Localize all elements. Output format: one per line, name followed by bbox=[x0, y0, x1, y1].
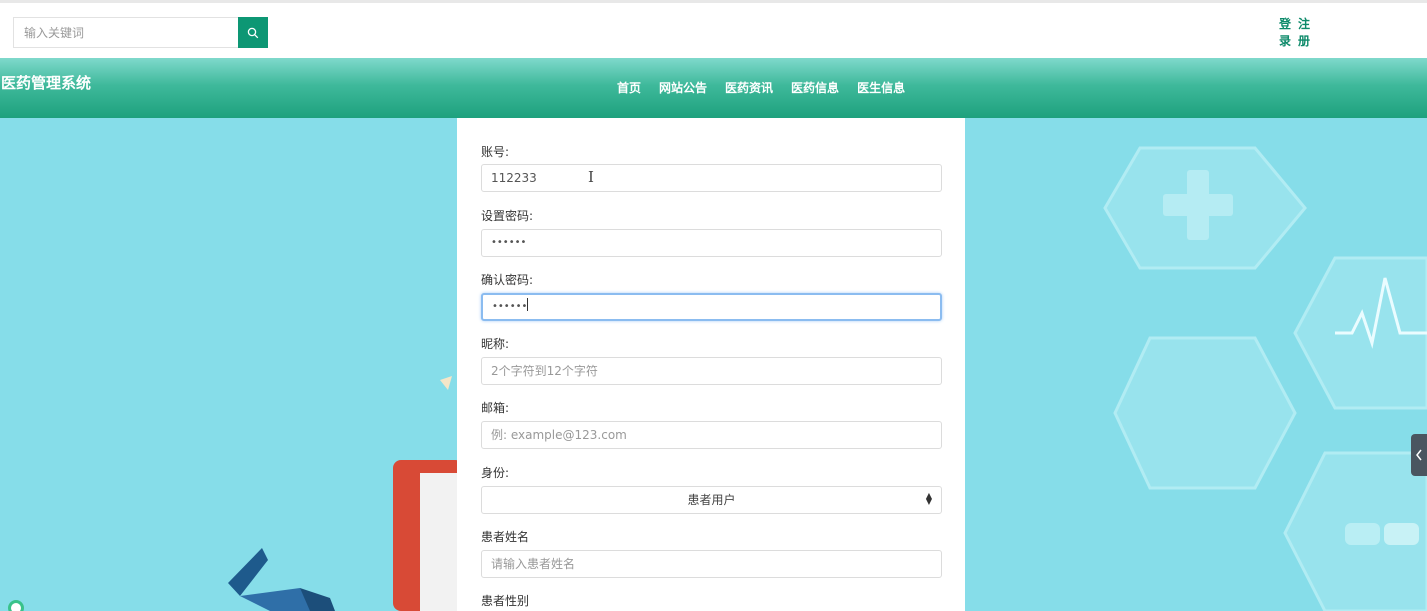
patient-gender-label: 患者性别 bbox=[481, 594, 530, 608]
select-arrows-icon: ▲ ▼ bbox=[925, 491, 932, 506]
search-box bbox=[13, 17, 268, 48]
loading-indicator bbox=[8, 600, 24, 611]
nav-announcements[interactable]: 网站公告 bbox=[659, 79, 707, 96]
nav-doctor-info[interactable]: 医生信息 bbox=[857, 79, 905, 96]
nav-home[interactable]: 首页 bbox=[617, 79, 641, 96]
email-label: 邮箱: bbox=[481, 401, 510, 415]
nickname-label: 昵称: bbox=[481, 337, 510, 351]
account-input[interactable]: 112233 bbox=[481, 164, 942, 192]
password-input[interactable]: •••••• bbox=[481, 229, 942, 257]
nav-bar: 医药管理系统 首页 网站公告 医药资讯 医药信息 医生信息 bbox=[0, 58, 1427, 118]
chevron-left-icon bbox=[1416, 449, 1422, 461]
patient-name-label: 患者姓名 bbox=[481, 530, 530, 544]
register-form: 账号: 112233 I 设置密码: •••••• 确认密码: •••••• 昵… bbox=[457, 118, 965, 611]
password-label: 设置密码: bbox=[481, 209, 534, 223]
email-input[interactable]: 例: example@123.com bbox=[481, 421, 942, 449]
role-select[interactable]: 患者用户 ▲ ▼ bbox=[481, 486, 942, 514]
role-label: 身份: bbox=[481, 466, 510, 480]
search-icon bbox=[247, 27, 259, 38]
main-nav: 首页 网站公告 医药资讯 医药信息 医生信息 bbox=[617, 79, 923, 96]
site-title: 医药管理系统 bbox=[1, 74, 92, 92]
text-cursor-icon: I bbox=[588, 168, 594, 186]
nav-news[interactable]: 医药资讯 bbox=[725, 79, 773, 96]
side-collapse-tab[interactable] bbox=[1411, 434, 1427, 476]
account-label: 账号: bbox=[481, 145, 510, 159]
login-link-top[interactable]: 登 bbox=[1279, 16, 1295, 32]
register-link-bottom[interactable]: 册 bbox=[1298, 33, 1314, 49]
role-selected-value: 患者用户 bbox=[687, 493, 736, 507]
search-input[interactable] bbox=[13, 17, 238, 48]
confirm-password-label: 确认密码: bbox=[481, 273, 534, 287]
auth-links: 登 注 录 册 bbox=[1279, 16, 1314, 49]
login-link-bottom[interactable]: 录 bbox=[1279, 33, 1295, 49]
nav-medicine-info[interactable]: 医药信息 bbox=[791, 79, 839, 96]
confirm-password-value: •••••• bbox=[492, 301, 528, 312]
confirm-password-input[interactable]: •••••• bbox=[481, 293, 942, 321]
nickname-input[interactable]: 2个字符到12个字符 bbox=[481, 357, 942, 385]
top-bar: 登 注 录 册 bbox=[0, 0, 1427, 58]
search-button[interactable] bbox=[238, 17, 268, 48]
register-link-top[interactable]: 注 bbox=[1298, 16, 1314, 32]
text-caret bbox=[527, 298, 529, 311]
patient-name-input[interactable]: 请输入患者姓名 bbox=[481, 550, 942, 578]
